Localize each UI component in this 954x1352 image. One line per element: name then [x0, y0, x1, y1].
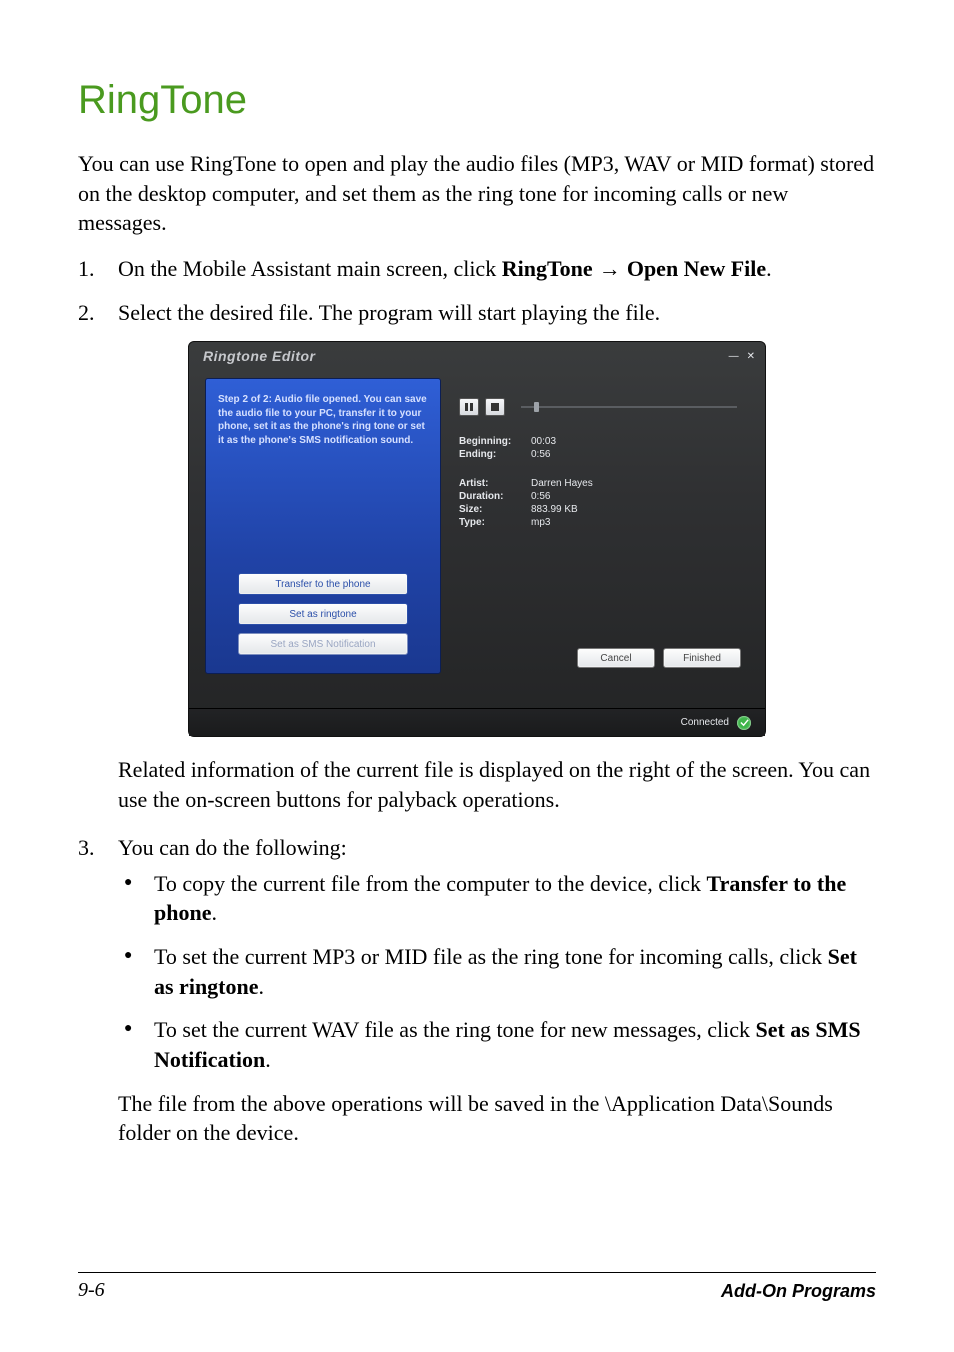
step-2-text: Select the desired file. The program wil…: [118, 298, 876, 328]
pause-icon: [464, 402, 474, 412]
ringtone-editor-window: Ringtone Editor — ✕ Step 2 of 2: Audio f…: [188, 341, 766, 737]
bullet-sms-post: .: [265, 1047, 271, 1072]
step-2: 2. Select the desired file. The program …: [78, 298, 876, 328]
bullet-sms-pre: To set the current WAV file as the ring …: [154, 1017, 755, 1042]
step-3-text: You can do the following:: [118, 835, 347, 860]
connected-icon: [737, 716, 751, 730]
beginning-value: 00:03: [531, 436, 741, 447]
page-title: RingTone: [78, 78, 876, 123]
section-name: Add-On Programs: [721, 1281, 876, 1302]
step-3-number: 3.: [78, 833, 118, 1148]
close-icon[interactable]: ✕: [747, 351, 755, 362]
step-3: 3. You can do the following: To copy the…: [78, 833, 876, 1148]
step-1-text-pre: On the Mobile Assistant main screen, cli…: [118, 256, 502, 281]
window-title: Ringtone Editor: [203, 348, 316, 364]
step-1-number: 1.: [78, 254, 118, 284]
after-image-paragraph: Related information of the current file …: [118, 755, 876, 814]
bullet-ringtone: To set the current MP3 or MID file as th…: [118, 942, 876, 1001]
seek-knob[interactable]: [534, 402, 539, 412]
duration-value: 0:56: [531, 491, 741, 502]
finished-button[interactable]: Finished: [663, 648, 741, 668]
bullet-ringtone-post: .: [259, 974, 265, 999]
cancel-button[interactable]: Cancel: [577, 648, 655, 668]
bullet-sms: To set the current WAV file as the ring …: [118, 1015, 876, 1074]
set-as-ringtone-button[interactable]: Set as ringtone: [238, 603, 408, 625]
minimize-icon[interactable]: —: [729, 351, 739, 362]
artist-label: Artist:: [459, 478, 531, 489]
step-1-bold-ringtone: RingTone: [502, 256, 593, 281]
embedded-screenshot: Ringtone Editor — ✕ Step 2 of 2: Audio f…: [78, 341, 876, 737]
size-label: Size:: [459, 504, 531, 515]
type-value: mp3: [531, 517, 741, 528]
artist-value: Darren Hayes: [531, 478, 741, 489]
step-instructions: Step 2 of 2: Audio file opened. You can …: [218, 393, 428, 447]
type-label: Type:: [459, 517, 531, 528]
seek-slider[interactable]: [521, 406, 737, 408]
beginning-label: Beginning:: [459, 436, 531, 447]
connection-status: Connected: [681, 717, 729, 728]
arrow-icon: →: [593, 256, 627, 281]
set-as-sms-notification-button[interactable]: Set as SMS Notification: [238, 633, 408, 655]
bullet-transfer: To copy the current file from the comput…: [118, 869, 876, 928]
page-number: 9-6: [78, 1279, 105, 1302]
left-panel: Step 2 of 2: Audio file opened. You can …: [205, 378, 441, 674]
stop-icon: [490, 402, 500, 412]
bullet-transfer-pre: To copy the current file from the comput…: [154, 871, 707, 896]
step-1-text-post: .: [766, 256, 772, 281]
step-1: 1. On the Mobile Assistant main screen, …: [78, 254, 876, 284]
duration-label: Duration:: [459, 491, 531, 502]
ending-value: 0:56: [531, 449, 741, 460]
bullet-transfer-post: .: [211, 900, 217, 925]
size-value: 883.99 KB: [531, 504, 741, 515]
page-footer: 9-6 Add-On Programs: [78, 1272, 876, 1302]
right-panel: Beginning: 00:03 Ending: 0:56 Artist: Da…: [455, 378, 749, 674]
stop-button[interactable]: [485, 398, 505, 416]
step-2-number: 2.: [78, 298, 118, 328]
transfer-to-phone-button[interactable]: Transfer to the phone: [238, 573, 408, 595]
trailing-paragraph: The file from the above operations will …: [118, 1089, 876, 1148]
pause-button[interactable]: [459, 398, 479, 416]
ending-label: Ending:: [459, 449, 531, 460]
step-1-bold-open: Open New File: [627, 256, 766, 281]
intro-paragraph: You can use RingTone to open and play th…: [78, 149, 876, 238]
bullet-ringtone-pre: To set the current MP3 or MID file as th…: [154, 944, 828, 969]
